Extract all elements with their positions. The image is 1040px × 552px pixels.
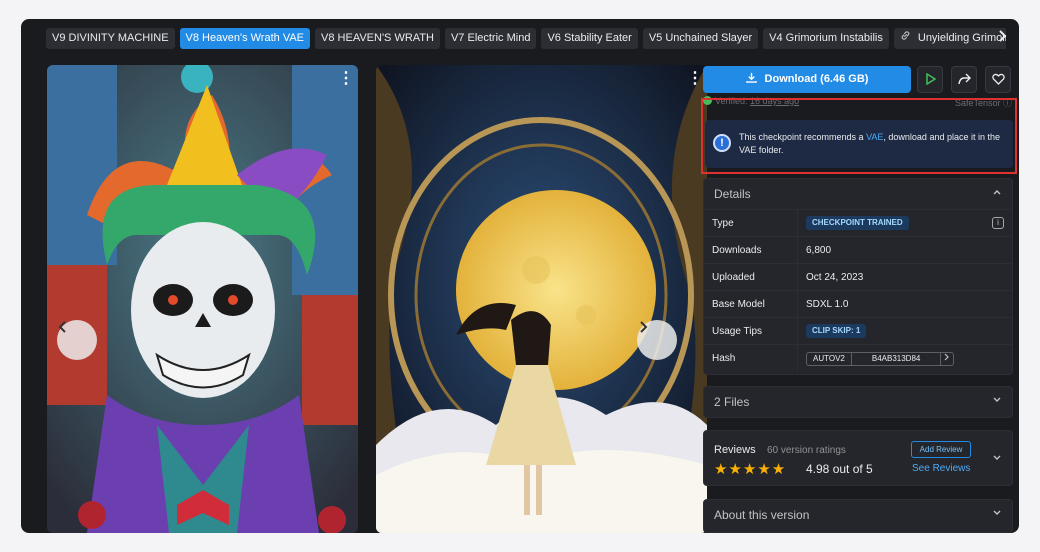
- chevron-left-icon[interactable]: [57, 320, 97, 360]
- details-title: Details: [714, 187, 751, 201]
- gallery-image-moon[interactable]: ⋮: [376, 65, 707, 533]
- download-icon: [745, 66, 757, 93]
- share-icon: [957, 73, 971, 85]
- chevron-up-icon: [992, 179, 1002, 209]
- chevron-right-icon[interactable]: [637, 320, 677, 360]
- about-header[interactable]: About this version: [704, 500, 1012, 530]
- chevron-right-icon[interactable]: [997, 29, 1009, 48]
- review-score: 4.98 out of 5: [806, 462, 873, 476]
- share-button[interactable]: [951, 66, 977, 93]
- clip-skip-badge: CLIP SKIP: 1: [806, 324, 867, 338]
- star-rating: ★★★★★: [714, 461, 787, 478]
- tab-label: Unyielding Grimoire + VA: [917, 32, 1006, 44]
- tab-v4[interactable]: V4 Grimorium Instabilis: [763, 28, 889, 49]
- detail-row-type: Type CHECKPOINT TRAINED i: [704, 209, 1012, 236]
- heart-icon: [991, 73, 1005, 85]
- version-tabs: V9 DIVINITY MACHINE V8 Heaven's Wrath VA…: [46, 28, 1006, 49]
- detail-row-downloads: Downloads 6,800: [704, 236, 1012, 263]
- hash-algo[interactable]: AUTOV2: [807, 353, 851, 365]
- reviews-panel: Reviews 60 version ratings ★★★★★ 4.98 ou…: [703, 430, 1013, 486]
- kebab-icon[interactable]: ⋮: [338, 71, 354, 89]
- download-label: Download (6.46 GB): [764, 73, 869, 85]
- chevron-right-icon[interactable]: [941, 353, 953, 365]
- hash-value[interactable]: B4AB313D84: [850, 353, 942, 365]
- play-icon: [925, 72, 936, 86]
- about-panel[interactable]: About this version: [703, 499, 1013, 533]
- link-icon: [900, 28, 911, 49]
- tab-v8-vae[interactable]: V8 Heaven's Wrath VAE: [179, 28, 311, 49]
- download-button[interactable]: Download (6.46 GB): [703, 66, 911, 93]
- files-panel[interactable]: 2 Files: [703, 386, 1013, 418]
- highlight-box: [701, 98, 1017, 174]
- tab-v8[interactable]: V8 HEAVEN'S WRATH: [315, 28, 440, 49]
- detail-row-hash: Hash AUTOV2 B4AB313D84: [704, 344, 1012, 371]
- details-panel: Details Type CHECKPOINT TRAINED i Downlo…: [703, 178, 1013, 375]
- tab-v5[interactable]: V5 Unchained Slayer: [642, 28, 759, 49]
- details-header[interactable]: Details: [704, 179, 1012, 209]
- chevron-down-icon: [992, 500, 1002, 530]
- play-button[interactable]: [917, 66, 943, 93]
- chevron-down-icon: [992, 387, 1002, 417]
- about-title: About this version: [714, 508, 810, 522]
- like-button[interactable]: [985, 66, 1011, 93]
- reviews-title: Reviews: [714, 444, 756, 456]
- reviews-count: 60 version ratings: [767, 445, 846, 456]
- files-title: 2 Files: [714, 395, 750, 409]
- hash-box[interactable]: AUTOV2 B4AB313D84: [806, 352, 955, 366]
- gallery-image-jester[interactable]: ⋮: [47, 65, 358, 533]
- tab-unyielding-grimoire[interactable]: Unyielding Grimoire + VAE: [893, 28, 1006, 49]
- detail-row-uploaded: Uploaded Oct 24, 2023: [704, 263, 1012, 290]
- type-badge: CHECKPOINT TRAINED: [806, 216, 909, 230]
- model-page: V9 DIVINITY MACHINE V8 Heaven's Wrath VA…: [21, 19, 1019, 533]
- files-header[interactable]: 2 Files: [704, 387, 1012, 417]
- kebab-icon[interactable]: ⋮: [687, 71, 703, 89]
- tab-v9[interactable]: V9 DIVINITY MACHINE: [46, 28, 175, 49]
- tab-v6[interactable]: V6 Stability Eater: [541, 28, 638, 49]
- info-icon[interactable]: i: [992, 217, 1004, 229]
- detail-row-base-model: Base Model SDXL 1.0: [704, 290, 1012, 317]
- detail-row-usage-tips: Usage Tips CLIP SKIP: 1: [704, 317, 1012, 344]
- add-review-button[interactable]: Add Review: [911, 441, 971, 458]
- see-reviews-link[interactable]: See Reviews: [912, 463, 970, 474]
- chevron-down-icon[interactable]: [992, 454, 1002, 465]
- tab-v7[interactable]: V7 Electric Mind: [444, 28, 537, 49]
